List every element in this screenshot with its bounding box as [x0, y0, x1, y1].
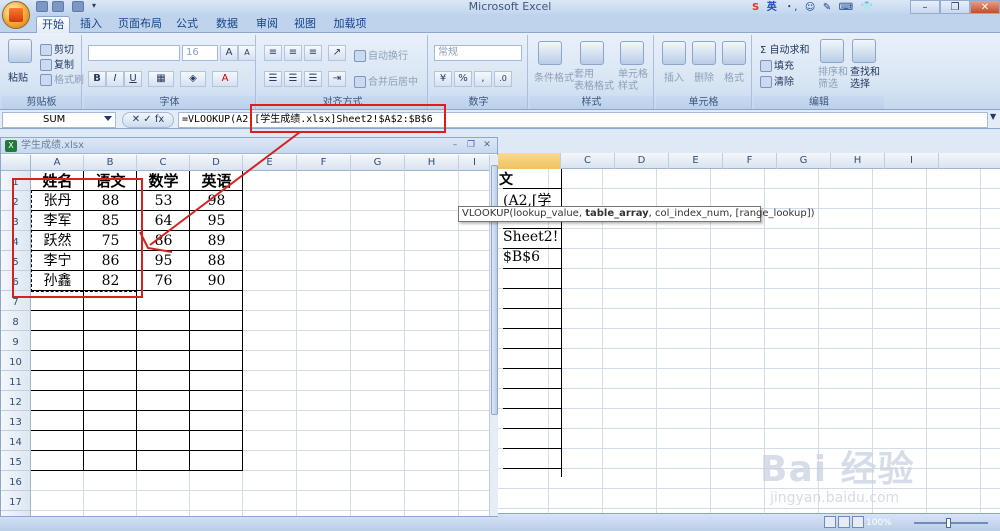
tooltip-text-pre: VLOOKUP(lookup_value, — [462, 208, 586, 219]
tooltip-text-post: , col_index_num, [range_lookup]) — [648, 208, 815, 219]
arrow-head — [139, 231, 173, 253]
tooltip-current-arg: table_array — [585, 208, 649, 219]
function-tooltip[interactable]: VLOOKUP(lookup_value, table_array, col_i… — [458, 206, 815, 222]
arrow-line — [149, 131, 301, 246]
annotation-arrow — [139, 131, 301, 253]
